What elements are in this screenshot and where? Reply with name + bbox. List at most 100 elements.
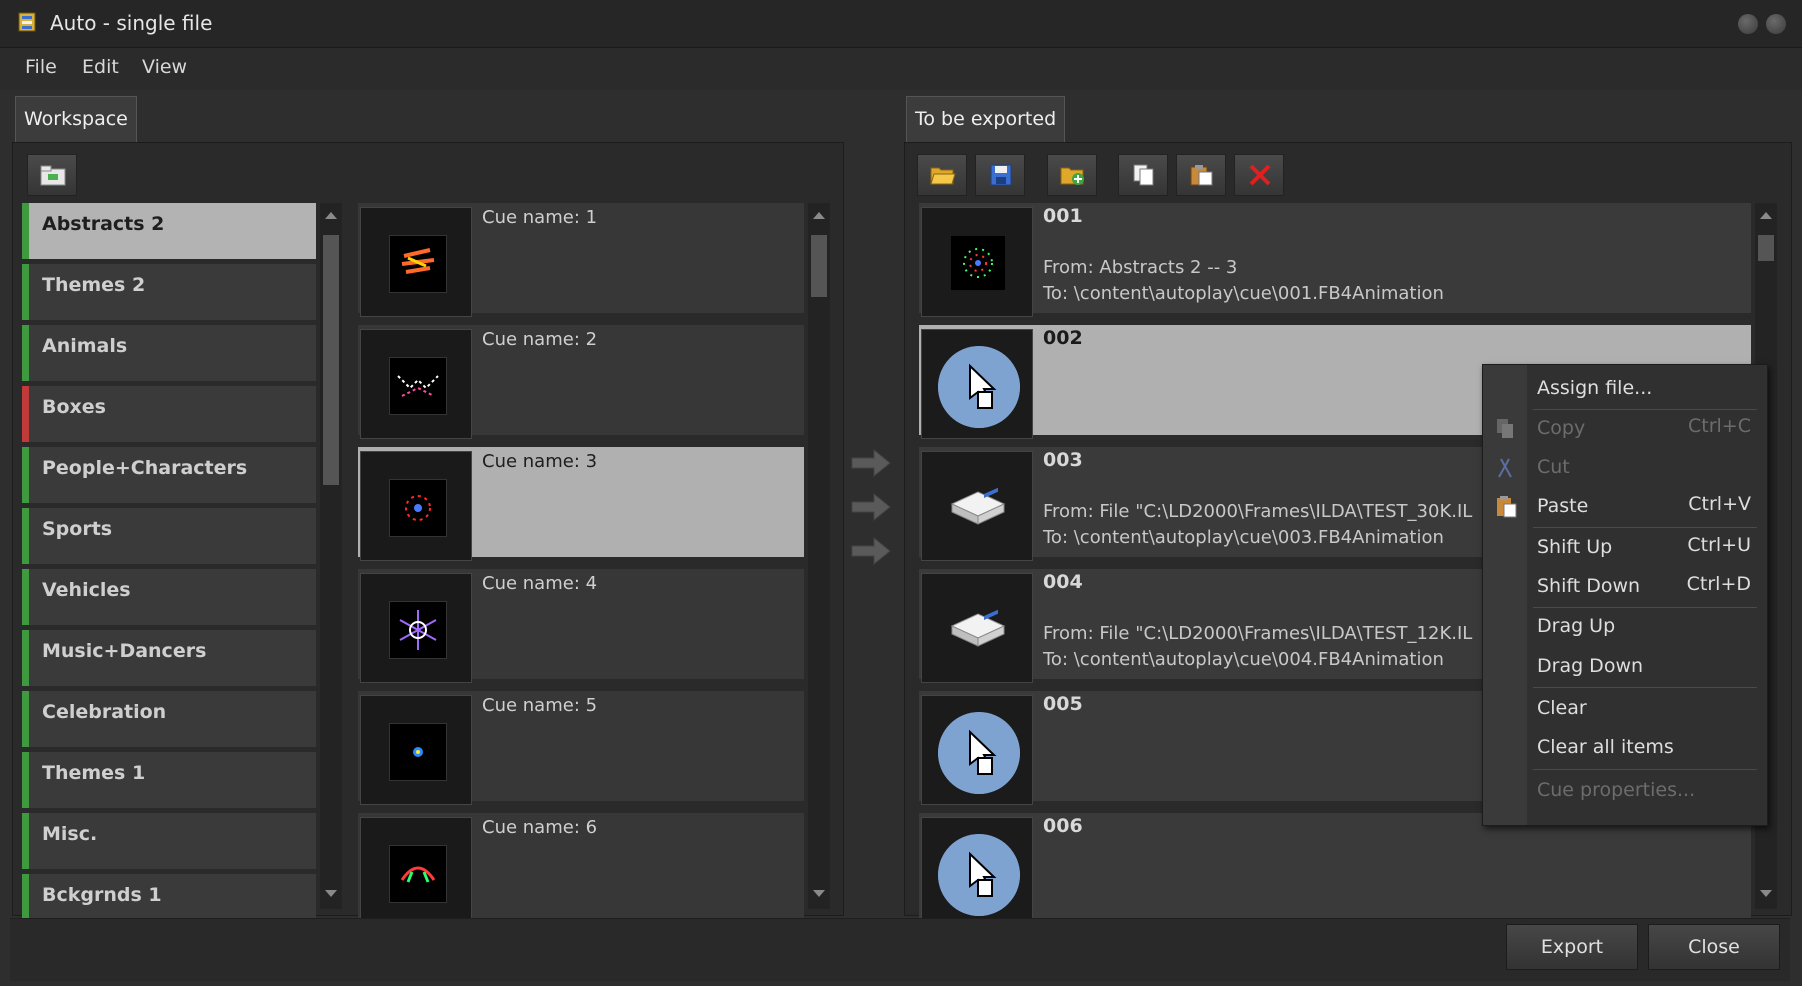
tab-to-be-exported[interactable]: To be exported <box>906 96 1066 143</box>
menu-view[interactable]: View <box>142 56 187 78</box>
folder-add-icon <box>1060 167 1084 185</box>
menu-paste[interactable]: Paste <box>1537 495 1588 517</box>
transfer-arrow-icon[interactable] <box>850 492 892 522</box>
category-item[interactable]: Misc. <box>22 813 316 871</box>
export-item[interactable]: 006 <box>919 813 1751 929</box>
transfer-arrow-icon[interactable] <box>850 448 892 478</box>
close-button[interactable]: Close <box>1648 924 1780 970</box>
cue-name: Cue name: 1 <box>482 207 598 228</box>
export-thumbnail <box>921 817 1033 927</box>
category-label: Boxes <box>42 396 106 418</box>
paste-button[interactable] <box>1176 154 1226 196</box>
category-color-bar <box>22 813 29 869</box>
save-button[interactable] <box>975 154 1025 196</box>
close-window-button[interactable] <box>1766 14 1786 34</box>
delete-button[interactable] <box>1234 154 1284 196</box>
cue-name: Cue name: 5 <box>482 695 598 716</box>
export-scroll-thumb[interactable] <box>1757 234 1775 262</box>
export-item[interactable]: 001 From: Abstracts 2 -- 3 To: \content\au… <box>919 203 1751 319</box>
separator <box>1533 527 1757 528</box>
cue-item[interactable]: Cue name: 4 <box>358 569 804 685</box>
category-item[interactable]: Themes 2 <box>22 264 316 322</box>
category-item[interactable]: Animals <box>22 325 316 383</box>
scroll-down-icon[interactable] <box>1760 890 1772 897</box>
app-icon <box>18 12 36 32</box>
menu-assign-file[interactable]: Assign file... <box>1537 377 1652 399</box>
menu-drag-down[interactable]: Drag Down <box>1537 655 1643 677</box>
export-item-number: 006 <box>1043 815 1083 837</box>
cue-scroll-thumb[interactable] <box>810 234 828 298</box>
copy-icon <box>1133 164 1154 186</box>
category-item[interactable]: Themes 1 <box>22 752 316 810</box>
export-item-number: 002 <box>1043 327 1083 349</box>
category-color-bar <box>22 569 29 625</box>
export-item-number: 004 <box>1043 571 1083 593</box>
scroll-up-icon[interactable] <box>1760 212 1772 219</box>
category-item[interactable]: Sports <box>22 508 316 566</box>
export-thumbnail <box>921 329 1033 439</box>
category-color-bar <box>22 630 29 686</box>
scroll-up-icon[interactable] <box>325 212 337 219</box>
category-color-bar <box>22 386 29 442</box>
animation-preview <box>389 723 447 781</box>
menu-bar <box>0 48 1802 90</box>
cue-item[interactable]: Cue name: 1 <box>358 203 804 319</box>
category-color-bar <box>22 752 29 808</box>
title-bar: Auto - single file <box>0 0 1802 48</box>
animation-preview <box>389 235 447 293</box>
category-item[interactable]: Abstracts 2 <box>22 203 316 261</box>
cue-item[interactable]: Cue name: 2 <box>358 325 804 441</box>
menu-edit[interactable]: Edit <box>82 56 119 78</box>
scroll-down-icon[interactable] <box>813 890 825 897</box>
category-item[interactable]: People+Characters <box>22 447 316 505</box>
category-item[interactable]: Boxes <box>22 386 316 444</box>
category-item[interactable]: Celebration <box>22 691 316 749</box>
menu-shift-down[interactable]: Shift Down <box>1537 575 1640 597</box>
cue-name: Cue name: 2 <box>482 329 598 350</box>
animation-preview <box>389 479 447 537</box>
menu-clear[interactable]: Clear <box>1537 697 1587 719</box>
export-button[interactable]: Export <box>1506 924 1638 970</box>
category-color-bar <box>22 508 29 564</box>
menu-clear-all[interactable]: Clear all items <box>1537 736 1674 758</box>
open-button[interactable] <box>917 154 967 196</box>
paste-icon <box>1190 165 1213 186</box>
category-scroll-thumb[interactable] <box>322 234 340 486</box>
cue-item[interactable]: Cue name: 5 <box>358 691 804 807</box>
copy-icon <box>1497 419 1513 438</box>
cue-item[interactable]: Cue name: 6 <box>358 813 804 929</box>
export-item-source: From: File "C:\LD2000\Frames\ILDA\TEST_1… <box>1043 623 1473 644</box>
cue-scrollbar[interactable] <box>808 203 830 909</box>
animation-preview <box>389 601 447 659</box>
cue-name: Cue name: 3 <box>482 451 598 472</box>
open-workspace-button[interactable] <box>27 154 77 196</box>
export-item-number: 001 <box>1043 205 1083 227</box>
cue-item[interactable]: Cue name: 3 <box>358 447 804 563</box>
category-item[interactable]: Music+Dancers <box>22 630 316 688</box>
scroll-up-icon[interactable] <box>813 212 825 219</box>
menu-copy[interactable]: Copy <box>1537 417 1585 439</box>
category-item[interactable]: Vehicles <box>22 569 316 627</box>
cue-thumbnail <box>360 817 472 927</box>
transfer-arrow-icon[interactable] <box>850 536 892 566</box>
menu-drag-up[interactable]: Drag Up <box>1537 615 1615 637</box>
add-folder-button[interactable] <box>1047 154 1097 196</box>
scissors-icon <box>1498 458 1512 478</box>
export-item-number: 003 <box>1043 449 1083 471</box>
shortcut-copy: Ctrl+C <box>1688 415 1751 437</box>
category-color-bar <box>22 691 29 747</box>
copy-button[interactable] <box>1118 154 1168 196</box>
menu-file[interactable]: File <box>25 56 57 78</box>
separator <box>1533 687 1757 688</box>
minimize-button[interactable] <box>1738 14 1758 34</box>
folder-icon <box>40 165 66 186</box>
menu-cue-properties[interactable]: Cue properties... <box>1537 779 1695 801</box>
menu-shift-up[interactable]: Shift Up <box>1537 536 1612 558</box>
category-label: Abstracts 2 <box>42 213 165 235</box>
tab-workspace[interactable]: Workspace <box>15 96 137 143</box>
export-thumbnail <box>921 451 1033 561</box>
drive-icon <box>950 609 1006 647</box>
menu-cut[interactable]: Cut <box>1537 456 1570 478</box>
scroll-down-icon[interactable] <box>325 890 337 897</box>
cursor-icon <box>938 346 1020 428</box>
